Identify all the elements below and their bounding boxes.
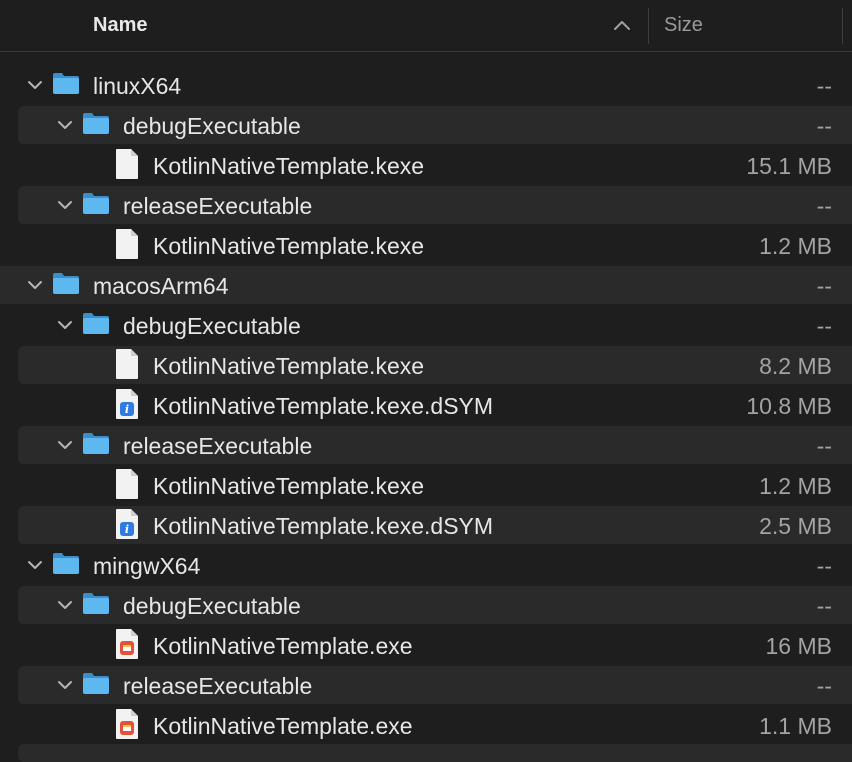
file-row[interactable]: KotlinNativeTemplate.kexe 1.2 MB (18, 466, 852, 504)
blank-document-icon (116, 149, 138, 179)
file-name: KotlinNativeTemplate.exe (153, 713, 413, 739)
size-value: 1.2 MB (759, 233, 832, 259)
folder-name: releaseExecutable (123, 433, 313, 459)
size-value: -- (816, 553, 832, 579)
folder-icon (83, 113, 109, 134)
folder-row[interactable]: linuxX64 -- (0, 66, 852, 104)
dsym-document-icon: i (116, 389, 138, 419)
blank-document-icon (116, 469, 138, 499)
folder-row[interactable]: macosArm64 -- (0, 266, 852, 304)
svg-text:i: i (125, 523, 129, 536)
folder-icon (53, 273, 79, 294)
folder-name: releaseExecutable (123, 193, 313, 219)
list-header: Name Size (0, 0, 852, 52)
folder-icon (83, 193, 109, 214)
blank-document-icon (116, 349, 138, 379)
exe-document-icon (116, 629, 138, 659)
size-value: 10.8 MB (746, 393, 832, 419)
size-value: 2.5 MB (759, 513, 832, 539)
svg-text:i: i (125, 403, 129, 416)
folder-icon (83, 673, 109, 694)
file-row[interactable]: KotlinNativeTemplate.kexe 1.2 MB (18, 226, 852, 264)
folder-row[interactable]: debugExecutable -- (18, 586, 852, 624)
size-value: -- (816, 313, 832, 339)
size-value: -- (816, 73, 832, 99)
file-name: KotlinNativeTemplate.kexe (153, 153, 425, 179)
disclosure-chevron-icon[interactable] (56, 316, 74, 334)
size-value: -- (816, 113, 832, 139)
disclosure-chevron-icon[interactable] (56, 436, 74, 454)
folder-row[interactable]: debugExecutable -- (18, 306, 852, 344)
folder-row[interactable]: releaseExecutable -- (18, 666, 852, 704)
folder-name: debugExecutable (123, 593, 301, 619)
size-value: 8.2 MB (759, 353, 832, 379)
folder-row[interactable]: releaseExecutable -- (18, 186, 852, 224)
file-name: KotlinNativeTemplate.kexe (153, 233, 425, 259)
sort-ascending-icon[interactable] (612, 14, 632, 36)
folder-icon (53, 553, 79, 574)
folder-name: macosArm64 (93, 273, 229, 299)
folder-icon (83, 593, 109, 614)
file-name: KotlinNativeTemplate.kexe.dSYM (153, 513, 494, 539)
file-row[interactable]: i KotlinNativeTemplate.kexe.dSYM 2.5 MB (18, 506, 852, 544)
file-row[interactable]: KotlinNativeTemplate.exe 16 MB (18, 626, 852, 664)
folder-name: debugExecutable (123, 313, 301, 339)
disclosure-chevron-icon[interactable] (26, 76, 44, 94)
folder-name: mingwX64 (93, 553, 201, 579)
size-value: 1.1 MB (759, 713, 832, 739)
name-column-header[interactable]: Name (93, 14, 147, 37)
column-divider[interactable] (648, 8, 649, 44)
size-value: -- (816, 193, 832, 219)
file-row[interactable]: KotlinNativeTemplate.kexe 8.2 MB (18, 346, 852, 384)
folder-row[interactable]: releaseExecutable -- (18, 426, 852, 464)
size-value: 15.1 MB (746, 153, 832, 179)
folder-icon (83, 433, 109, 454)
folder-row[interactable]: mingwX64 -- (0, 546, 852, 584)
file-row[interactable]: KotlinNativeTemplate.exe 1.1 MB (18, 706, 852, 744)
size-value: 16 MB (765, 633, 832, 659)
exe-document-icon (116, 709, 138, 739)
folder-icon (83, 313, 109, 334)
file-name: KotlinNativeTemplate.kexe.dSYM (153, 393, 494, 419)
size-value: -- (816, 433, 832, 459)
disclosure-chevron-icon[interactable] (56, 196, 74, 214)
size-value: -- (816, 273, 832, 299)
column-divider[interactable] (842, 8, 843, 44)
disclosure-chevron-icon[interactable] (56, 676, 74, 694)
folder-row[interactable]: debugExecutable -- (18, 106, 852, 144)
empty-row (18, 744, 852, 762)
file-row[interactable]: KotlinNativeTemplate.kexe 15.1 MB (18, 146, 852, 184)
disclosure-chevron-icon[interactable] (26, 556, 44, 574)
folder-name: linuxX64 (93, 73, 182, 99)
disclosure-chevron-icon[interactable] (56, 596, 74, 614)
size-column-header[interactable]: Size (664, 14, 703, 37)
disclosure-chevron-icon[interactable] (26, 276, 44, 294)
file-name: KotlinNativeTemplate.kexe (153, 353, 425, 379)
file-row[interactable]: i KotlinNativeTemplate.kexe.dSYM 10.8 MB (18, 386, 852, 424)
folder-icon (53, 73, 79, 94)
file-name: KotlinNativeTemplate.kexe (153, 473, 425, 499)
folder-name: releaseExecutable (123, 673, 313, 699)
dsym-document-icon: i (116, 509, 138, 539)
blank-document-icon (116, 229, 138, 259)
file-name: KotlinNativeTemplate.exe (153, 633, 413, 659)
size-value: -- (816, 673, 832, 699)
disclosure-chevron-icon[interactable] (56, 116, 74, 134)
folder-name: debugExecutable (123, 113, 301, 139)
size-value: 1.2 MB (759, 473, 832, 499)
size-value: -- (816, 593, 832, 619)
